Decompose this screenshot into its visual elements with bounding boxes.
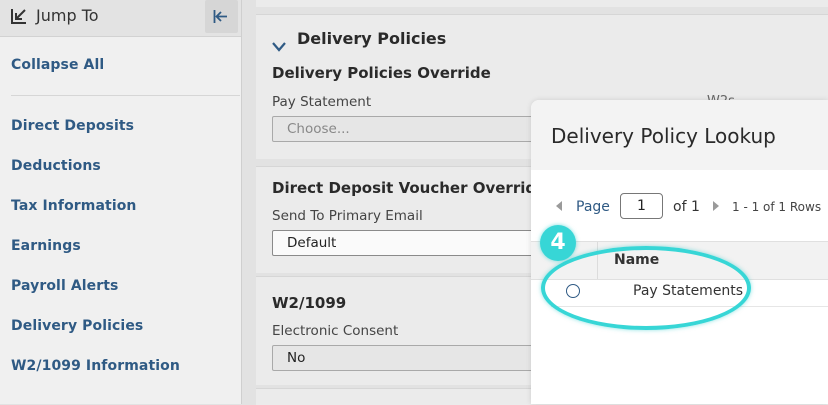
pay-statement-label: Pay Statement — [272, 94, 372, 110]
sidebar-divider — [11, 95, 240, 96]
sidebar-item-payroll-alerts[interactable]: Payroll Alerts — [11, 278, 118, 294]
delivery-policies-override-title: Delivery Policies Override — [272, 64, 491, 82]
next-page-icon[interactable] — [712, 200, 720, 212]
pager: Page 1 of 1 1 - 1 of 1 Rows — [531, 193, 828, 221]
sidebar-item-direct-deposits[interactable]: Direct Deposits — [11, 118, 134, 134]
sidebar-item-deductions[interactable]: Deductions — [11, 158, 101, 174]
sidebar-title: Jump To — [36, 6, 99, 25]
page-count-label: of 1 — [673, 199, 700, 215]
step-highlight-ring — [541, 246, 751, 330]
send-to-primary-email-label: Send To Primary Email — [272, 208, 423, 224]
rows-count-label: 1 - 1 of 1 Rows — [732, 200, 822, 214]
collapse-left-icon — [213, 10, 227, 23]
sidebar: Jump To Collapse All Direct Deposits Ded… — [0, 0, 242, 404]
sidebar-item-delivery-policies[interactable]: Delivery Policies — [11, 318, 143, 334]
sidebar-item-earnings[interactable]: Earnings — [11, 238, 81, 254]
collapse-sidebar-button[interactable] — [205, 0, 238, 33]
modal-header: Delivery Policy Lookup — [531, 100, 828, 170]
pay-statement-select[interactable]: Choose... — [272, 116, 572, 142]
page-label: Page — [576, 199, 610, 215]
collapse-all-link[interactable]: Collapse All — [11, 57, 104, 73]
page-number-input[interactable]: 1 — [620, 193, 663, 219]
send-to-primary-email-select[interactable]: Default — [272, 230, 572, 256]
step-number-badge: 4 — [540, 225, 576, 261]
w2-1099-title: W2/1099 — [272, 294, 347, 312]
previous-page-icon[interactable] — [555, 200, 563, 212]
section-title-delivery-policies: Delivery Policies — [297, 29, 447, 48]
chevron-down-icon[interactable] — [272, 42, 286, 52]
sidebar-item-w2-1099-information[interactable]: W2/1099 Information — [11, 358, 180, 374]
sidebar-item-tax-information[interactable]: Tax Information — [11, 198, 137, 214]
electronic-consent-select[interactable]: No — [272, 345, 572, 371]
arrow-down-left-icon — [11, 9, 26, 24]
sidebar-header: Jump To — [0, 0, 241, 37]
previous-section-card — [256, 0, 828, 7]
electronic-consent-label: Electronic Consent — [272, 323, 399, 339]
direct-deposit-voucher-title: Direct Deposit Voucher Override — [272, 179, 547, 197]
modal-title: Delivery Policy Lookup — [551, 124, 776, 148]
